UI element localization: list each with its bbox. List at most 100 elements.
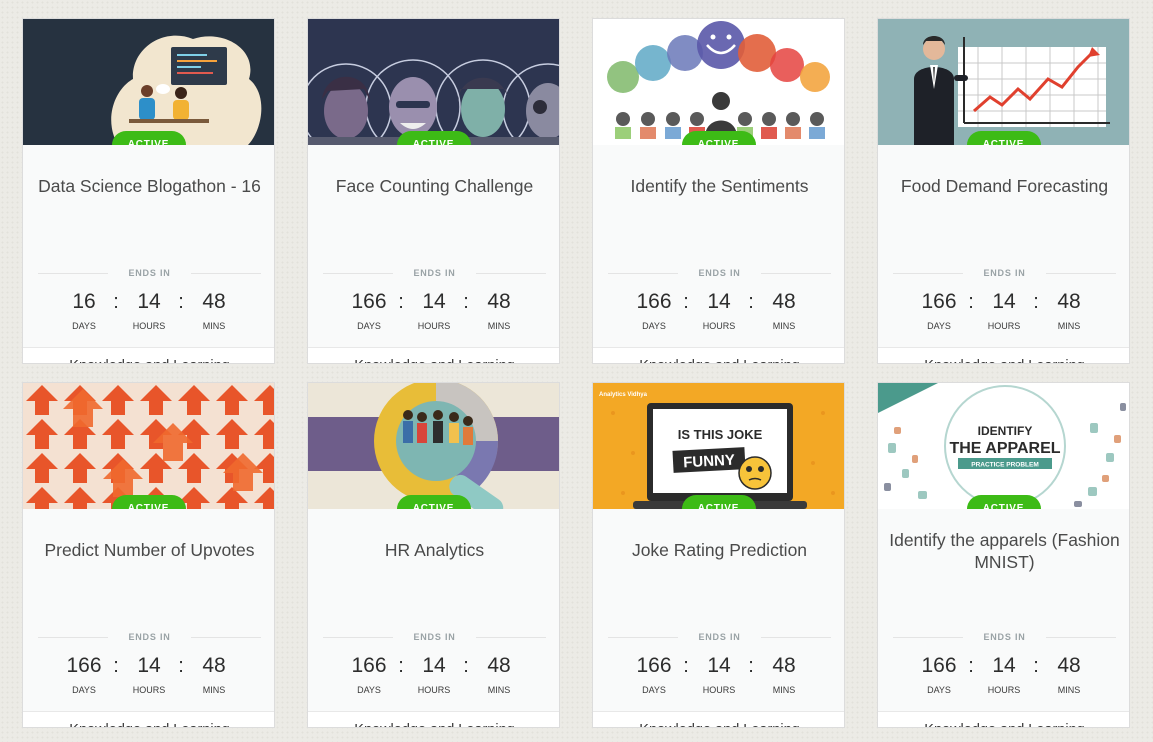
card-category[interactable]: Knowledge and Learning	[308, 347, 559, 363]
timer-mins-label: MINS	[202, 685, 226, 695]
hackathon-card[interactable]: IDENTIFY THE APPAREL PRACTICE PROBLEM AC…	[877, 382, 1130, 728]
card-category[interactable]: Knowledge and Learning	[593, 711, 844, 727]
hackathon-card[interactable]: ACTIVE HR Analytics ENDS IN 166 : 14 : 4…	[307, 382, 560, 728]
timer-mins-value: 48	[772, 654, 796, 677]
card-category[interactable]: Knowledge and Learning	[878, 347, 1129, 363]
hackathon-card[interactable]: ACTIVE Face Counting Challenge ENDS IN 1…	[307, 18, 560, 364]
ends-in-divider: ENDS IN	[608, 631, 831, 643]
countdown-timer: 166 : 14 : 48 DAYS HOURS MINS	[878, 653, 1129, 701]
timer-mins-value: 48	[772, 290, 796, 313]
timer-mins-label: MINS	[772, 685, 796, 695]
card-banner-image[interactable]	[308, 19, 559, 145]
countdown-timer: 16 : 14 : 48 DAYS HOURS MINS	[23, 289, 274, 337]
timer-hours-value: 14	[137, 654, 161, 677]
timer-hours-label: HOURS	[987, 321, 1021, 331]
card-banner-image[interactable]	[23, 19, 274, 145]
card-title[interactable]: Identify the apparels (Fashion MNIST)	[886, 529, 1123, 573]
timer-hours-label: HOURS	[702, 685, 736, 695]
card-category[interactable]: Knowledge and Learning	[878, 711, 1129, 727]
timer-hours-label: HOURS	[987, 685, 1021, 695]
timer-mins-label: MINS	[487, 685, 511, 695]
timer-mins-value: 48	[202, 654, 226, 677]
timer-mins-label: MINS	[202, 321, 226, 331]
timer-days-value: 166	[66, 654, 102, 677]
timer-mins-value: 48	[1057, 654, 1081, 677]
hackathon-card[interactable]: ACTIVE Food Demand Forecasting ENDS IN 1…	[877, 18, 1130, 364]
timer-hours-label: HOURS	[132, 685, 166, 695]
countdown-timer: 166 : 14 : 48 DAYS HOURS MINS	[308, 289, 559, 337]
card-banner-image[interactable]	[878, 19, 1129, 145]
card-banner-image[interactable]	[593, 19, 844, 145]
card-banner-image[interactable]	[23, 383, 274, 509]
ends-in-label: ENDS IN	[128, 632, 171, 642]
card-category[interactable]: Knowledge and Learning	[308, 711, 559, 727]
ends-in-divider: ENDS IN	[608, 267, 831, 279]
timer-days-label: DAYS	[357, 685, 381, 695]
timer-days-label: DAYS	[72, 321, 96, 331]
timer-mins-label: MINS	[772, 321, 796, 331]
timer-mins-label: MINS	[1057, 685, 1081, 695]
ends-in-label: ENDS IN	[983, 268, 1026, 278]
timer-hours-value: 14	[137, 290, 161, 313]
card-banner-image[interactable]: Analytics Vidhya IS THIS JOKE FUNNY	[593, 383, 844, 509]
timer-days-label: DAYS	[642, 321, 666, 331]
ends-in-divider: ENDS IN	[38, 631, 261, 643]
card-category[interactable]: Knowledge and Learning	[593, 347, 844, 363]
ends-in-label: ENDS IN	[413, 632, 456, 642]
timer-days-value: 16	[72, 290, 96, 313]
ends-in-label: ENDS IN	[698, 268, 741, 278]
countdown-timer: 166 : 14 : 48 DAYS HOURS MINS	[593, 289, 844, 337]
card-category[interactable]: Knowledge and Learning	[23, 711, 274, 727]
ends-in-divider: ENDS IN	[893, 267, 1116, 279]
timer-days-label: DAYS	[357, 321, 381, 331]
timer-hours-value: 14	[992, 654, 1016, 677]
hackathon-card[interactable]: Analytics Vidhya IS THIS JOKE FUNNY ACTI…	[592, 382, 845, 728]
timer-hours-label: HOURS	[702, 321, 736, 331]
ends-in-label: ENDS IN	[128, 268, 171, 278]
timer-hours-label: HOURS	[417, 321, 451, 331]
timer-mins-value: 48	[1057, 290, 1081, 313]
timer-hours-value: 14	[992, 290, 1016, 313]
timer-mins-value: 48	[487, 290, 511, 313]
card-title[interactable]: Joke Rating Prediction	[601, 539, 838, 561]
countdown-timer: 166 : 14 : 48 DAYS HOURS MINS	[593, 653, 844, 701]
timer-mins-label: MINS	[487, 321, 511, 331]
card-banner-image[interactable]	[308, 383, 559, 509]
hackathon-card[interactable]: ACTIVE Data Science Blogathon - 16 ENDS …	[22, 18, 275, 364]
card-title[interactable]: Predict Number of Upvotes	[31, 539, 268, 561]
hackathon-card[interactable]: ACTIVE Identify the Sentiments ENDS IN 1…	[592, 18, 845, 364]
timer-hours-label: HOURS	[417, 685, 451, 695]
timer-hours-label: HOURS	[132, 321, 166, 331]
countdown-timer: 166 : 14 : 48 DAYS HOURS MINS	[878, 289, 1129, 337]
ends-in-divider: ENDS IN	[38, 267, 261, 279]
card-banner-image[interactable]: IDENTIFY THE APPAREL PRACTICE PROBLEM	[878, 383, 1129, 509]
ends-in-divider: ENDS IN	[323, 267, 546, 279]
card-title[interactable]: Face Counting Challenge	[316, 175, 553, 197]
card-title[interactable]: HR Analytics	[316, 539, 553, 561]
timer-days-value: 166	[921, 654, 957, 677]
countdown-timer: 166 : 14 : 48 DAYS HOURS MINS	[308, 653, 559, 701]
timer-days-label: DAYS	[642, 685, 666, 695]
card-title[interactable]: Identify the Sentiments	[601, 175, 838, 197]
card-title[interactable]: Data Science Blogathon - 16	[31, 175, 268, 197]
timer-mins-label: MINS	[1057, 321, 1081, 331]
card-category[interactable]: Knowledge and Learning	[23, 347, 274, 363]
timer-days-label: DAYS	[927, 685, 951, 695]
banner-subtitle: PRACTICE PROBLEM	[971, 462, 1039, 469]
banner-headline-emphasis: THE APPAREL	[949, 440, 1060, 457]
timer-days-value: 166	[636, 654, 672, 677]
ends-in-label: ENDS IN	[698, 632, 741, 642]
timer-hours-value: 14	[422, 290, 446, 313]
timer-days-value: 166	[351, 654, 387, 677]
timer-mins-value: 48	[487, 654, 511, 677]
timer-days-value: 166	[921, 290, 957, 313]
card-title[interactable]: Food Demand Forecasting	[886, 175, 1123, 197]
timer-days-label: DAYS	[927, 321, 951, 331]
hackathon-card[interactable]: ACTIVE Predict Number of Upvotes ENDS IN…	[22, 382, 275, 728]
countdown-timer: 166 : 14 : 48 DAYS HOURS MINS	[23, 653, 274, 701]
timer-hours-value: 14	[707, 654, 731, 677]
banner-headline: IDENTIFY	[978, 424, 1033, 438]
timer-days-label: DAYS	[72, 685, 96, 695]
timer-hours-value: 14	[422, 654, 446, 677]
timer-days-value: 166	[636, 290, 672, 313]
